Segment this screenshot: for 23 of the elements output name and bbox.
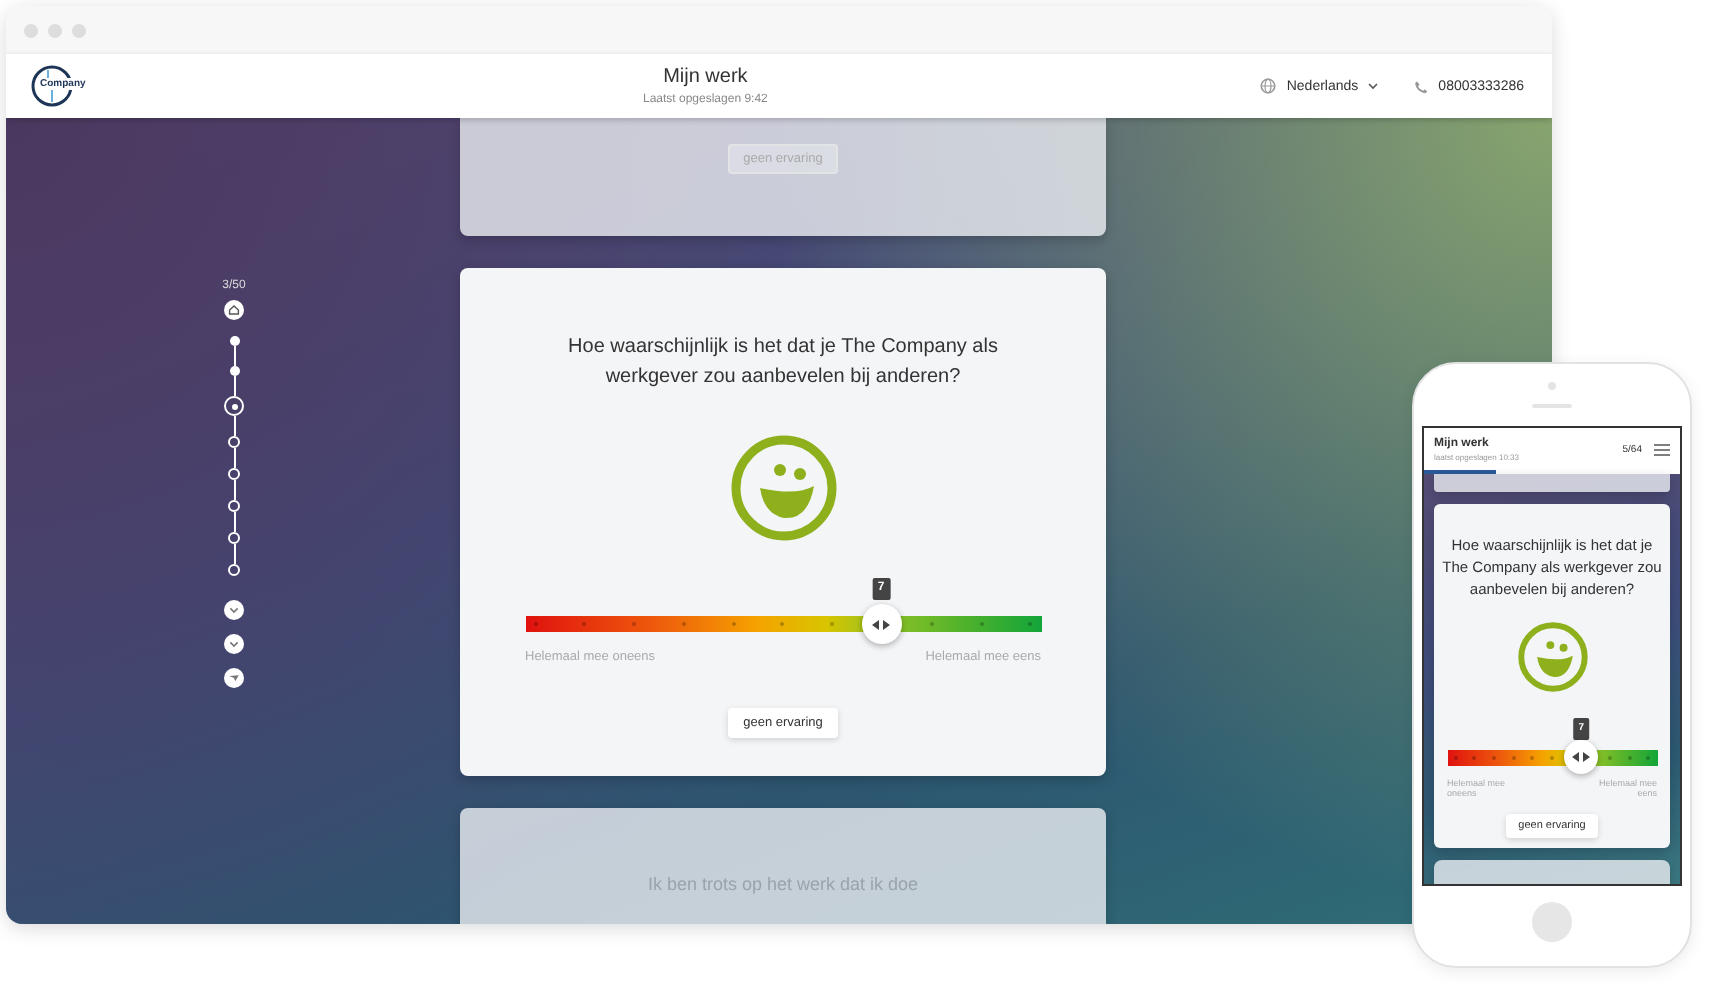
question-text: Hoe waarschijnlijk is het dat je The Company als werkgever zou aanbevelen bij anderen? bbox=[566, 334, 1000, 392]
step-dot[interactable] bbox=[228, 564, 240, 576]
slider-thumb[interactable] bbox=[861, 604, 902, 644]
phone-icon bbox=[1414, 79, 1429, 93]
home-icon bbox=[224, 300, 244, 320]
send-icon bbox=[224, 668, 244, 688]
smiley-icon bbox=[1515, 620, 1589, 694]
left-right-arrows-icon bbox=[1572, 752, 1591, 762]
current-step-dot[interactable] bbox=[224, 396, 244, 416]
smiley-icon bbox=[727, 432, 839, 544]
chevron-down-icon bbox=[1368, 82, 1379, 90]
left-right-arrows-icon bbox=[872, 619, 891, 629]
window-control-dot[interactable] bbox=[48, 23, 62, 37]
menu-icon[interactable] bbox=[1654, 443, 1670, 455]
chevron-down-icon bbox=[224, 634, 244, 654]
step-dot[interactable] bbox=[229, 336, 239, 346]
step-dot[interactable] bbox=[229, 366, 239, 376]
globe-icon bbox=[1260, 78, 1277, 94]
window-control-dot[interactable] bbox=[24, 23, 38, 37]
slider-thumb[interactable] bbox=[1564, 740, 1599, 774]
chevron-down-icon bbox=[224, 600, 244, 620]
window-control-dot[interactable] bbox=[72, 23, 86, 37]
page-title: Mijn werk bbox=[663, 66, 748, 88]
